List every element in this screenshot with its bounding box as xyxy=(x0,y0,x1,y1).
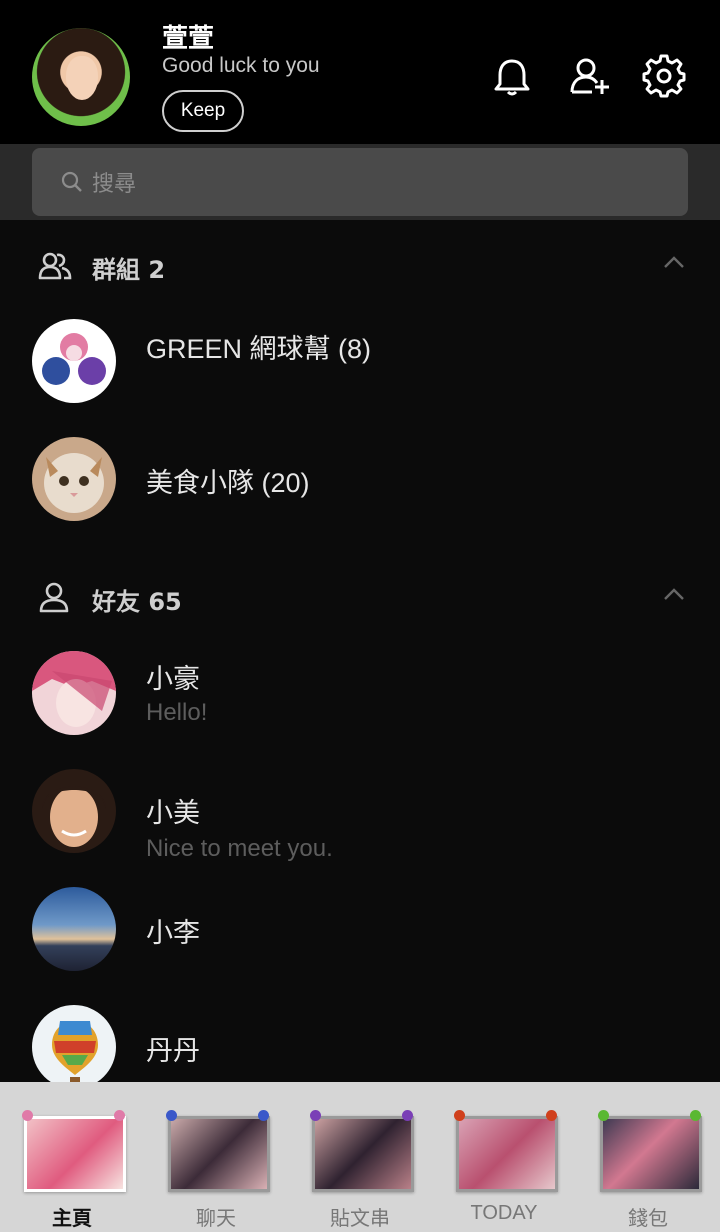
friend-avatar xyxy=(32,769,116,853)
profile-status[interactable]: Good luck to you xyxy=(162,54,320,78)
tab-wallet-image xyxy=(600,1116,702,1192)
friend-icon xyxy=(39,582,69,613)
group-name: 美食小隊 (20) xyxy=(146,468,310,498)
settings-gear-icon[interactable] xyxy=(642,54,686,98)
search-area: 搜尋 xyxy=(0,144,720,220)
chevron-up-icon[interactable] xyxy=(662,254,686,270)
chevron-up-icon[interactable] xyxy=(662,586,686,602)
friend-avatar xyxy=(32,1005,116,1089)
groups-title: 群組 2 xyxy=(92,256,166,284)
group-row[interactable]: 美食小隊 (20) xyxy=(0,437,720,537)
tab-wallet[interactable]: 錢包 xyxy=(576,1082,720,1232)
tab-timeline[interactable]: 貼文串 xyxy=(288,1082,432,1232)
profile-name[interactable]: 萱萱 xyxy=(162,18,214,55)
friend-status: Hello! xyxy=(146,699,208,726)
pin-icon xyxy=(258,1110,269,1121)
pin-icon xyxy=(114,1110,125,1121)
search-input[interactable]: 搜尋 xyxy=(32,148,688,216)
friend-row[interactable]: 小豪 Hello! xyxy=(0,651,720,751)
keep-button[interactable]: Keep xyxy=(162,90,244,132)
pin-icon xyxy=(454,1110,465,1121)
tab-chat[interactable]: 聊天 xyxy=(144,1082,288,1232)
pin-icon xyxy=(598,1110,609,1121)
groups-section-header[interactable]: 群組 2 xyxy=(0,236,720,296)
pin-icon xyxy=(310,1110,321,1121)
pin-icon xyxy=(690,1110,701,1121)
tab-timeline-image xyxy=(312,1116,414,1192)
search-icon xyxy=(61,171,82,192)
tab-home[interactable]: 主頁 xyxy=(0,1082,144,1232)
tab-today-image xyxy=(456,1116,558,1192)
friend-row[interactable]: 小美 Nice to meet you. xyxy=(0,769,720,869)
group-avatar xyxy=(32,437,116,521)
search-placeholder: 搜尋 xyxy=(92,172,137,197)
pin-icon xyxy=(546,1110,557,1121)
tab-home-image xyxy=(24,1116,126,1192)
group-name: GREEN 網球幫 (8) xyxy=(146,334,372,364)
tab-label: 聊天 xyxy=(196,1208,236,1230)
group-avatar xyxy=(32,319,116,403)
tab-chat-image xyxy=(168,1116,270,1192)
bell-icon[interactable] xyxy=(490,54,534,98)
group-icon xyxy=(38,252,72,280)
tab-label: TODAY xyxy=(470,1202,538,1224)
add-friend-icon[interactable] xyxy=(568,54,612,98)
tab-label: 錢包 xyxy=(628,1208,668,1230)
tab-label: 貼文串 xyxy=(330,1208,390,1230)
bottom-tab-bar: 主頁 聊天 貼文串 TODAY 錢包 xyxy=(0,1082,720,1232)
tab-label: 主頁 xyxy=(52,1208,92,1230)
pin-icon xyxy=(402,1110,413,1121)
profile-header: 萱萱 Good luck to you Keep xyxy=(0,0,720,144)
friend-avatar xyxy=(32,651,116,735)
friend-avatar xyxy=(32,887,116,971)
friends-section-header[interactable]: 好友 65 xyxy=(0,568,720,628)
pin-icon xyxy=(166,1110,177,1121)
group-row[interactable]: GREEN 網球幫 (8) xyxy=(0,319,720,419)
friend-name: 小李 xyxy=(146,918,200,948)
friend-row[interactable]: 小李 xyxy=(0,887,720,987)
friends-title: 好友 65 xyxy=(92,588,182,616)
pin-icon xyxy=(22,1110,33,1121)
tab-today[interactable]: TODAY xyxy=(432,1082,576,1232)
friend-name: 丹丹 xyxy=(146,1036,200,1066)
avatar-face xyxy=(66,56,98,100)
friend-name: 小美 xyxy=(146,798,200,828)
friend-name: 小豪 xyxy=(146,664,200,694)
friend-status: Nice to meet you. xyxy=(146,835,333,862)
profile-avatar[interactable] xyxy=(32,28,130,126)
